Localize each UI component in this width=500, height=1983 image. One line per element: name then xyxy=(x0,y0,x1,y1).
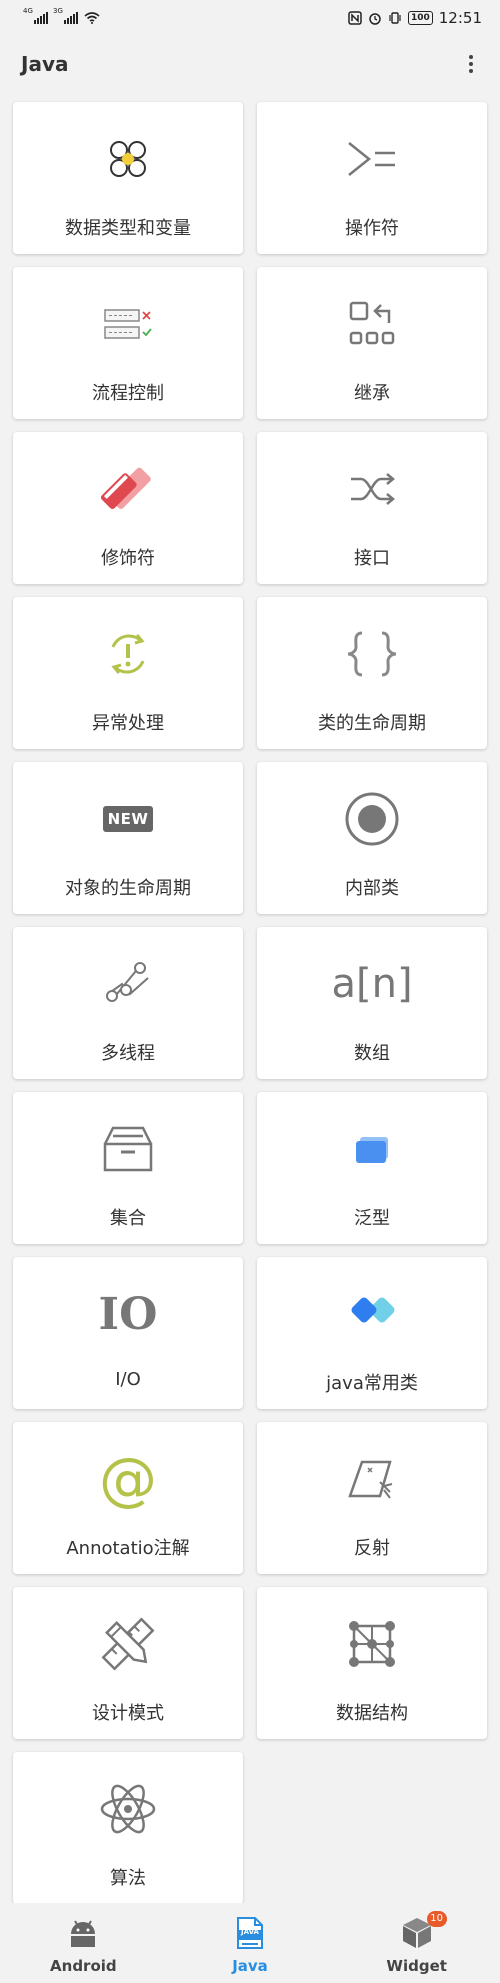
greater-equal-icon xyxy=(340,128,404,190)
topic-card-array[interactable]: a[n] 数组 xyxy=(257,927,487,1079)
nav-label: Android xyxy=(50,1957,117,1975)
structure-icon xyxy=(340,1613,404,1675)
flower-icon xyxy=(96,128,160,190)
signal-icon: 4G xyxy=(23,7,48,24)
topic-label: Annotatio注解 xyxy=(66,1538,190,1559)
topic-card-io[interactable]: IO I/O xyxy=(13,1257,243,1409)
app-bar: Java xyxy=(0,36,500,92)
page-title: Java xyxy=(21,52,69,76)
network-type-1: 4G xyxy=(23,7,33,15)
topic-label: 继承 xyxy=(354,383,390,404)
reflect-icon xyxy=(340,1448,404,1510)
topic-label: 数据类型和变量 xyxy=(65,218,191,239)
io-icon: IO xyxy=(96,1283,160,1345)
topic-label: 内部类 xyxy=(345,878,399,899)
array-icon-text: a[n] xyxy=(331,961,413,1007)
wifi-icon xyxy=(84,12,100,24)
topic-label: 数组 xyxy=(354,1043,390,1064)
alarm-icon xyxy=(369,13,381,25)
braces-icon xyxy=(340,623,404,685)
topic-label: 异常处理 xyxy=(92,713,164,734)
topic-label: 接口 xyxy=(354,548,390,569)
topic-card-reflection[interactable]: 反射 xyxy=(257,1422,487,1574)
radio-icon xyxy=(340,788,404,850)
topic-card-design-patterns[interactable]: 设计模式 xyxy=(13,1587,243,1739)
thread-icon xyxy=(96,953,160,1015)
topic-label: 算法 xyxy=(110,1868,146,1889)
eraser-icon xyxy=(96,458,160,520)
topic-label: 数据结构 xyxy=(336,1703,408,1724)
topic-label: 对象的生命周期 xyxy=(65,878,191,899)
layers-icon xyxy=(340,1118,404,1180)
topic-label: I/O xyxy=(115,1369,141,1390)
topic-label: java常用类 xyxy=(326,1373,418,1394)
topic-card-object-lifecycle[interactable]: NEW 对象的生命周期 xyxy=(13,762,243,914)
network-type-2: 3G xyxy=(53,7,63,15)
topic-card-java-common-classes[interactable]: java常用类 xyxy=(257,1257,487,1409)
checklist-icon xyxy=(96,293,160,355)
notification-badge: 10 xyxy=(426,1911,447,1927)
topic-card-modifiers[interactable]: 修饰符 xyxy=(13,432,243,584)
topic-label: 泛型 xyxy=(354,1208,390,1229)
nav-tab-java[interactable]: JAVA Java xyxy=(167,1903,334,1983)
topic-card-exception[interactable]: 异常处理 xyxy=(13,597,243,749)
inherit-icon xyxy=(340,293,404,355)
status-bar: 4G 3G 100 12:51 xyxy=(0,0,500,36)
topic-label: 设计模式 xyxy=(92,1703,164,1724)
nav-label: Widget xyxy=(386,1957,447,1975)
nav-tab-android[interactable]: Android xyxy=(0,1903,167,1983)
new-icon-text: NEW xyxy=(102,806,154,832)
more-options-icon[interactable] xyxy=(456,49,486,79)
topic-card-interface[interactable]: 接口 xyxy=(257,432,487,584)
status-left: 4G 3G xyxy=(23,7,100,24)
shuffle-icon xyxy=(340,458,404,520)
topic-card-generics[interactable]: 泛型 xyxy=(257,1092,487,1244)
topic-label: 类的生命周期 xyxy=(318,713,426,734)
topic-label: 集合 xyxy=(110,1208,146,1229)
status-right: 100 12:51 xyxy=(348,9,482,27)
battery-indicator: 100 xyxy=(407,11,433,25)
clock: 12:51 xyxy=(438,9,482,27)
ruler-pencil-icon xyxy=(96,1613,160,1675)
atom-icon xyxy=(96,1778,160,1840)
topic-card-algorithms[interactable]: 算法 xyxy=(13,1752,243,1904)
new-icon: NEW xyxy=(96,788,160,850)
topic-card-annotation[interactable]: @ Annotatio注解 xyxy=(13,1422,243,1574)
io-icon-text: IO xyxy=(98,1288,158,1340)
archive-icon xyxy=(96,1118,160,1180)
at-icon: @ xyxy=(96,1448,160,1510)
diamond-icon xyxy=(340,1283,404,1345)
topic-card-collections[interactable]: 集合 xyxy=(13,1092,243,1244)
topic-card-operators[interactable]: 操作符 xyxy=(257,102,487,254)
topic-card-class-lifecycle[interactable]: 类的生命周期 xyxy=(257,597,487,749)
array-icon: a[n] xyxy=(331,953,412,1015)
topic-label: 流程控制 xyxy=(92,383,164,404)
topic-card-multithreading[interactable]: 多线程 xyxy=(13,927,243,1079)
vibrate-icon xyxy=(389,12,401,24)
nav-label: Java xyxy=(232,1957,268,1975)
topic-card-inner-class[interactable]: 内部类 xyxy=(257,762,487,914)
java-file-icon-text: JAVA xyxy=(241,1928,259,1936)
android-icon xyxy=(68,1913,98,1953)
topic-label: 反射 xyxy=(354,1538,390,1559)
topic-card-data-types[interactable]: 数据类型和变量 xyxy=(13,102,243,254)
nav-tab-widget[interactable]: 10 Widget xyxy=(333,1903,500,1983)
nfc-icon xyxy=(348,11,362,25)
signal-icon-2: 3G xyxy=(53,7,78,24)
topic-label: 多线程 xyxy=(101,1043,155,1064)
cube-icon: 10 xyxy=(401,1911,447,1953)
topic-card-inheritance[interactable]: 继承 xyxy=(257,267,487,419)
at-icon-text: @ xyxy=(99,1445,157,1513)
topic-grid: 数据类型和变量 操作符 流程控制 继承 修饰符 接口 异常处理 类的生命周期 N… xyxy=(13,102,487,1904)
topic-label: 操作符 xyxy=(345,218,399,239)
topic-label: 修饰符 xyxy=(101,548,155,569)
topic-card-data-structures[interactable]: 数据结构 xyxy=(257,1587,487,1739)
exception-sync-icon xyxy=(96,623,160,685)
bottom-navigation: Android JAVA Java 10 Widget xyxy=(0,1903,500,1983)
topic-card-flow-control[interactable]: 流程控制 xyxy=(13,267,243,419)
java-file-icon: JAVA xyxy=(236,1913,264,1953)
